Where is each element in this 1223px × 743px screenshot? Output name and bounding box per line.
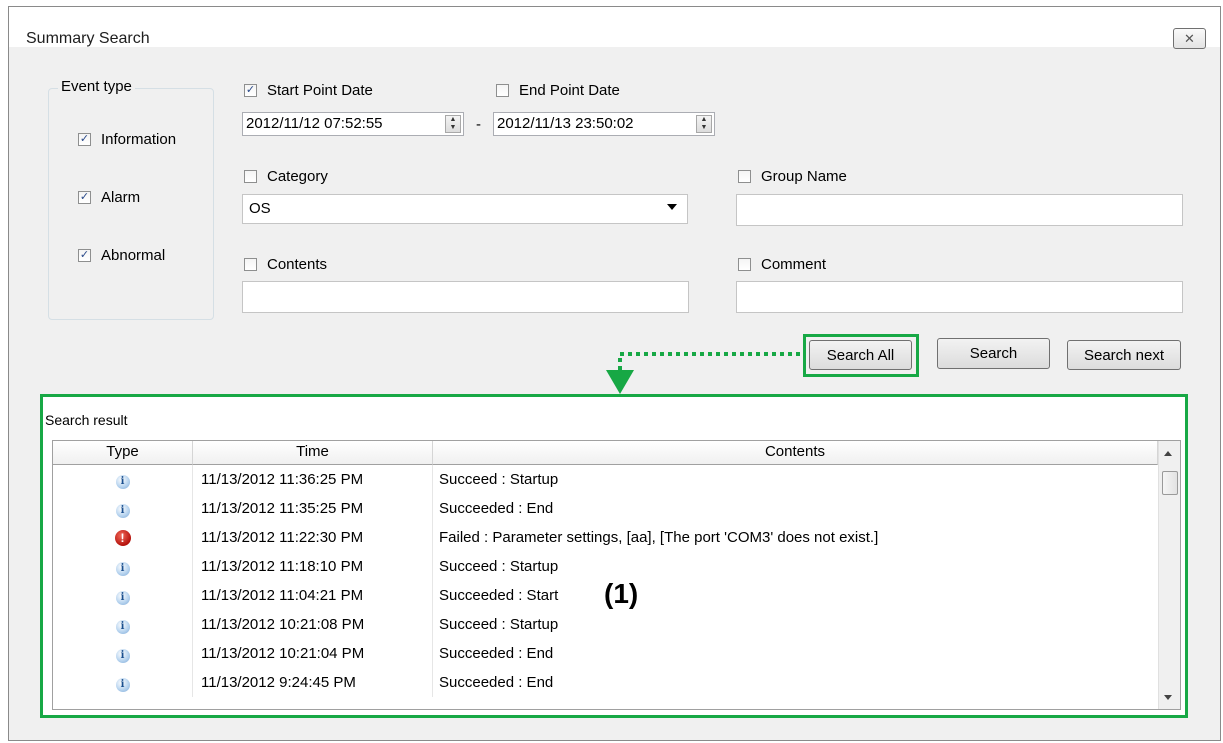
start-date-checkbox-row[interactable]: ✓ Start Point Date — [244, 82, 373, 99]
information-label: Information — [101, 131, 177, 148]
end-date-checkbox-row[interactable]: End Point Date — [496, 82, 620, 99]
contents-input[interactable] — [242, 281, 689, 313]
abnormal-checkbox[interactable]: ✓ — [78, 249, 91, 262]
comment-checkbox-row[interactable]: Comment — [738, 256, 826, 273]
search-button[interactable]: Search — [937, 338, 1050, 369]
end-date-spinner[interactable]: ▲ ▼ — [696, 115, 712, 133]
comment-input[interactable] — [736, 281, 1183, 313]
comment-checkbox[interactable] — [738, 258, 751, 271]
abnormal-label: Abnormal — [101, 247, 166, 264]
search-next-button[interactable]: Search next — [1067, 340, 1181, 370]
event-type-legend: Event type — [58, 78, 135, 95]
start-date-spinner[interactable]: ▲ ▼ — [445, 115, 461, 133]
category-checkbox-row[interactable]: Category — [244, 168, 328, 185]
contents-checkbox-row[interactable]: Contents — [244, 256, 327, 273]
annotation-arrow — [606, 352, 800, 394]
title-bar — [9, 7, 1220, 47]
start-date-label: Start Point Date — [267, 82, 373, 99]
category-label: Category — [267, 168, 328, 185]
group-name-label: Group Name — [761, 168, 847, 185]
category-checkbox[interactable] — [244, 170, 257, 183]
alarm-checkbox[interactable]: ✓ — [78, 191, 91, 204]
annotation-arrow-line — [618, 352, 800, 370]
results-highlight — [40, 394, 1188, 718]
alarm-checkbox-row[interactable]: ✓ Alarm — [78, 189, 140, 206]
start-date-checkbox[interactable]: ✓ — [244, 84, 257, 97]
start-date-picker[interactable]: 2012/11/12 07:52:55 ▲ ▼ — [242, 112, 464, 136]
search-all-highlight — [803, 334, 919, 377]
comment-label: Comment — [761, 256, 827, 273]
group-name-input[interactable] — [736, 194, 1183, 226]
start-date-value: 2012/11/12 07:52:55 — [246, 115, 383, 132]
annotation-arrow-head — [606, 370, 634, 394]
end-date-value: 2012/11/13 23:50:02 — [497, 115, 634, 132]
abnormal-checkbox-row[interactable]: ✓ Abnormal — [78, 247, 165, 264]
contents-label: Contents — [267, 256, 328, 273]
contents-checkbox[interactable] — [244, 258, 257, 271]
information-checkbox-row[interactable]: ✓ Information — [78, 131, 176, 148]
alarm-label: Alarm — [101, 189, 141, 206]
chevron-down-icon — [667, 204, 677, 210]
category-value: OS — [249, 200, 271, 217]
end-date-label: End Point Date — [519, 82, 620, 99]
group-name-checkbox[interactable] — [738, 170, 751, 183]
end-date-picker[interactable]: 2012/11/13 23:50:02 ▲ ▼ — [493, 112, 715, 136]
close-button[interactable]: ✕ — [1173, 28, 1206, 49]
date-separator: - — [476, 116, 481, 133]
close-icon: ✕ — [1184, 30, 1195, 46]
group-name-checkbox-row[interactable]: Group Name — [738, 168, 847, 185]
category-select[interactable]: OS — [242, 194, 688, 224]
annotation-label: (1) — [604, 578, 639, 609]
end-date-checkbox[interactable] — [496, 84, 509, 97]
window-title: Summary Search — [26, 30, 150, 47]
information-checkbox[interactable]: ✓ — [78, 133, 91, 146]
